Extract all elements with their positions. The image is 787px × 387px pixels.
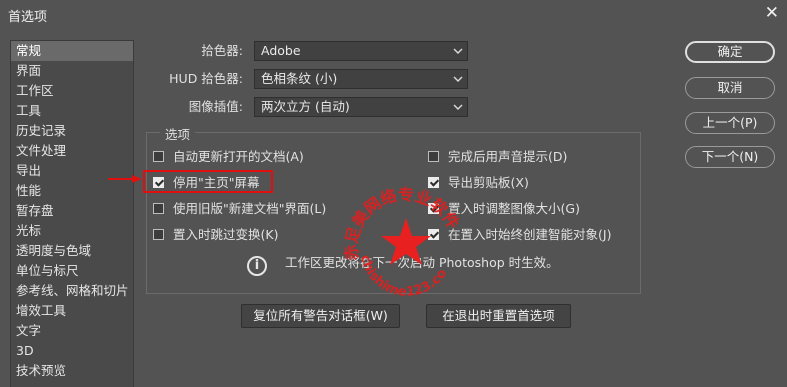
star-icon	[381, 218, 431, 265]
sidebar-item[interactable]: 历史记录	[11, 121, 133, 141]
checkbox-label: 自动更新打开的文档(A)	[173, 149, 304, 164]
image-interpolation-value: 两次立方 (自动)	[261, 99, 350, 114]
sidebar-item[interactable]: 界面	[11, 61, 133, 81]
checkbox-box	[153, 203, 164, 214]
annotation-arrow-icon	[108, 175, 142, 183]
prev-button[interactable]: 上一个(P)	[685, 112, 775, 134]
image-interpolation-select[interactable]: 两次立方 (自动)	[254, 97, 468, 117]
checkbox-label: 使用旧版"新建文档"界面(L)	[173, 201, 327, 216]
sidebar-item[interactable]: 工具	[11, 101, 133, 121]
checkbox-box	[153, 229, 164, 240]
color-picker-value: Adobe	[261, 43, 301, 58]
ok-button[interactable]: 确定	[685, 41, 775, 63]
next-button[interactable]: 下一个(N)	[685, 146, 775, 168]
options-group-title: 选项	[160, 124, 196, 143]
color-picker-label: 拾色器:	[201, 43, 243, 58]
window-title: 首选项	[8, 10, 48, 25]
checkbox-box	[153, 151, 164, 162]
sidebar-item[interactable]: 透明度与色域	[11, 241, 133, 261]
image-interpolation-label: 图像插值:	[188, 99, 243, 114]
sidebar-item[interactable]: 单位与标尺	[11, 261, 133, 281]
sidebar-item[interactable]: 工作区	[11, 81, 133, 101]
sidebar-item[interactable]: 技术预览	[11, 361, 133, 381]
chevron-down-icon	[453, 76, 463, 82]
cancel-button[interactable]: 取消	[685, 77, 775, 99]
hud-color-picker-select[interactable]: 色相条纹 (小)	[254, 69, 468, 89]
checkbox-label: 完成后用声音提示(D)	[448, 149, 568, 164]
title-bar: 首选项 ✕	[0, 0, 787, 30]
sidebar-item[interactable]: 常规	[11, 41, 133, 61]
watermark-stamp: 赤足美网络专业软件 chishime123.com	[333, 166, 463, 300]
chevron-down-icon	[453, 104, 463, 110]
hud-color-picker-label: HUD 拾色器:	[169, 71, 243, 86]
sidebar-item[interactable]: 暂存盘	[11, 201, 133, 221]
sidebar-item[interactable]: 3D	[11, 341, 133, 361]
info-icon: i	[247, 256, 267, 276]
sidebar-item[interactable]: 文字	[11, 321, 133, 341]
sidebar-item[interactable]: 增效工具	[11, 301, 133, 321]
checkbox-label: 置入时跳过变换(K)	[173, 227, 279, 242]
sidebar-category-list: 常规 界面 工作区 工具 历史记录 文件处理 导出 性能 暂存盘 光标 透明度与色域 单位与标尺 参考线…	[10, 40, 134, 387]
close-icon[interactable]: ✕	[765, 3, 779, 23]
sidebar-item[interactable]: 性能	[11, 181, 133, 201]
sidebar-item[interactable]: 参考线、网格和切片	[11, 281, 133, 301]
chevron-down-icon	[453, 48, 463, 54]
annotation-highlight-box	[143, 170, 273, 193]
hud-color-picker-value: 色相条纹 (小)	[261, 71, 338, 86]
sidebar-item[interactable]: 光标	[11, 221, 133, 241]
checkbox-box	[428, 151, 439, 162]
sidebar-item[interactable]: 文件处理	[11, 141, 133, 161]
color-picker-select[interactable]: Adobe	[254, 41, 468, 61]
